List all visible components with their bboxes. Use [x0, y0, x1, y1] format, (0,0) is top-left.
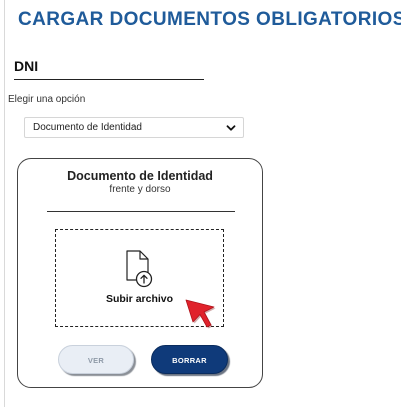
upload-card: Documento de Identidad frente y dorso Su… — [17, 158, 263, 388]
upload-card-title: Documento de Identidad — [67, 169, 213, 183]
document-upload-page: CARGAR DOCUMENTOS OBLIGATORIOS DNI Elegi… — [0, 0, 401, 407]
view-button[interactable]: VER — [58, 345, 134, 374]
file-upload-icon — [126, 250, 153, 288]
chevron-down-icon — [226, 125, 236, 131]
document-type-selected-value: Documento de Identidad — [33, 122, 142, 133]
section-divider — [14, 79, 204, 80]
delete-button[interactable]: BORRAR — [151, 345, 228, 374]
mouse-pointer-icon — [185, 299, 216, 329]
left-border-line — [4, 0, 5, 407]
document-type-label: Elegir una opción — [8, 94, 86, 105]
page-title: CARGAR DOCUMENTOS OBLIGATORIOS — [18, 9, 401, 30]
upload-card-divider — [47, 211, 235, 212]
upload-card-subtitle: frente y dorso — [109, 184, 171, 195]
section-title-dni: DNI — [14, 58, 39, 74]
document-type-select[interactable]: Documento de Identidad — [24, 117, 244, 138]
